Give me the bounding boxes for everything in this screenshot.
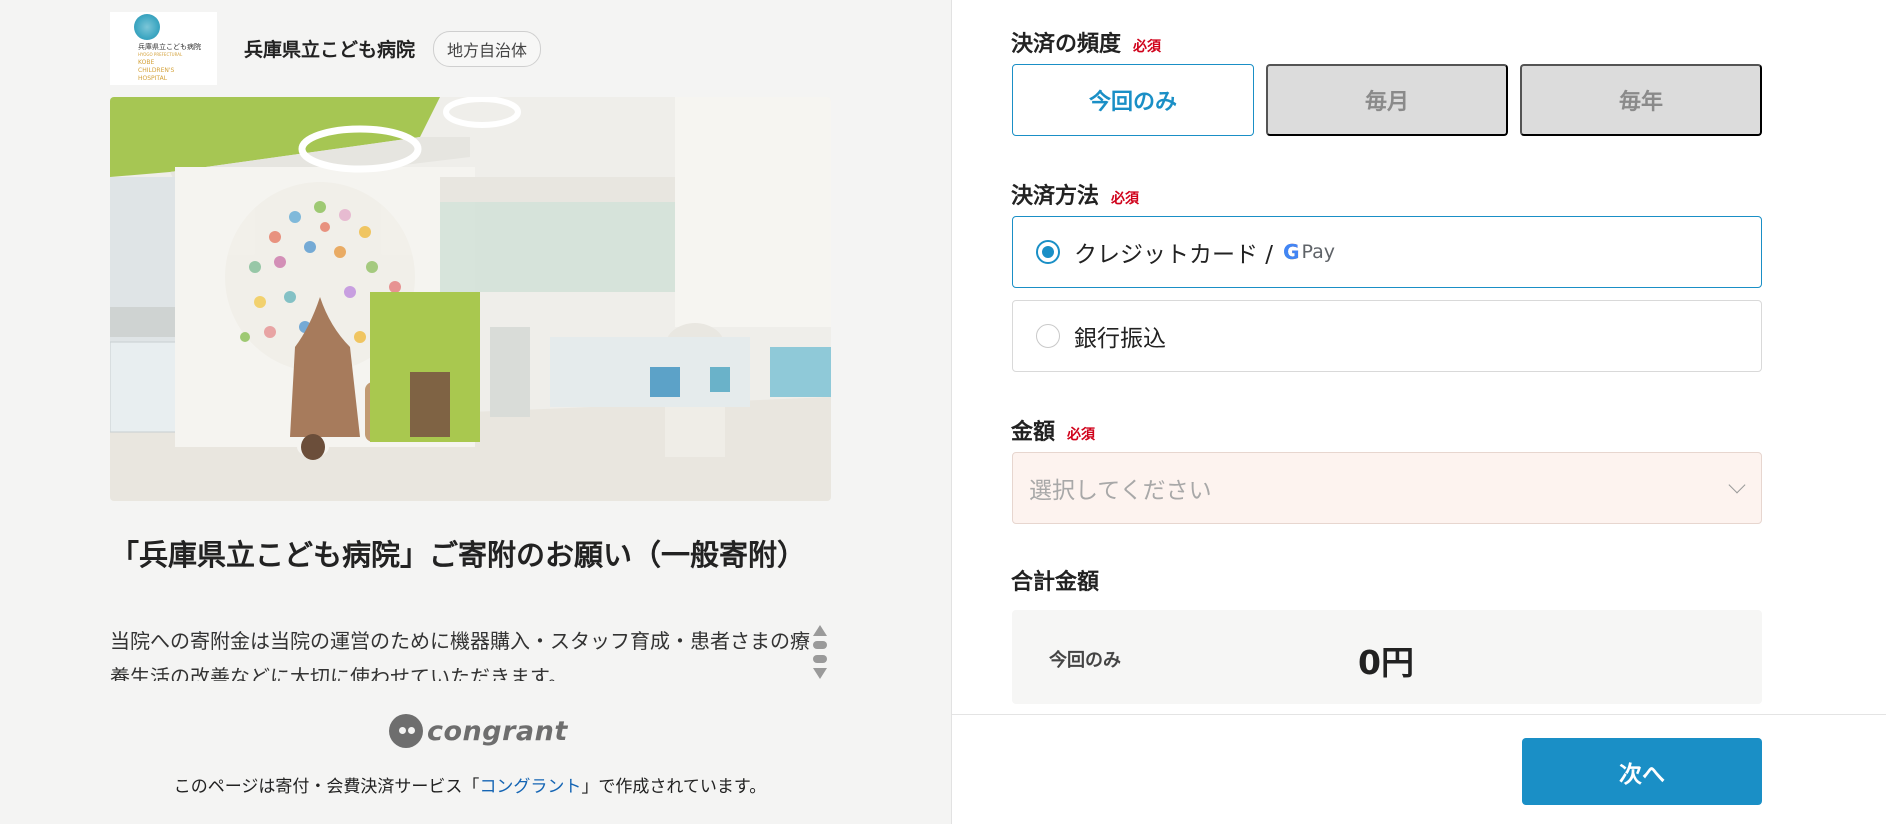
org-logo: 兵庫県立こども病院 HYOGO PREFECTURAL KOBE CHILDRE… xyxy=(110,12,217,85)
frequency-label: 決済の頻度 必須 xyxy=(1011,26,1161,58)
frequency-options: 今回のみ 毎月 毎年 xyxy=(1012,64,1762,136)
project-description-box: 当院への寄附金は当院の運営のために機器購入・スタッフ育成・患者さまの療養生活の改… xyxy=(110,623,830,681)
required-badge: 必須 xyxy=(1111,191,1140,207)
project-title: 「兵庫県立こども病院」ご寄附のお願い（一般寄附） xyxy=(110,538,807,572)
next-button[interactable]: 次へ xyxy=(1522,738,1762,805)
payment-credit-card-option[interactable]: クレジットカード / G Pay xyxy=(1012,216,1762,288)
footer-note-before: このページは寄付・会費決済サービス「 xyxy=(173,777,480,797)
org-logo-text-ja: 兵庫県立こども病院 xyxy=(138,43,201,51)
org-type-badge: 地方自治体 xyxy=(433,30,542,67)
org-name[interactable]: 兵庫県立こども病院 xyxy=(244,35,415,62)
amount-label-text: 金額 xyxy=(1011,420,1056,445)
org-logo-text-kobe: KOBE CHILDREN'S HOSPITAL xyxy=(138,59,175,82)
org-logo-text-en: HYOGO PREFECTURAL xyxy=(138,52,183,57)
payment-credit-card-label: クレジットカード / xyxy=(1074,242,1274,268)
amount-select-placeholder: 選択してください xyxy=(1029,478,1212,504)
congrant-logo[interactable]: congrant xyxy=(389,714,568,748)
scroll-thumb[interactable] xyxy=(813,641,827,650)
project-panel: 兵庫県立こども病院 HYOGO PREFECTURAL KOBE CHILDRE… xyxy=(0,0,951,824)
required-badge: 必須 xyxy=(1067,427,1096,443)
amount-label: 金額 必須 xyxy=(1011,414,1095,446)
radio-selected-icon[interactable] xyxy=(1036,240,1060,264)
project-description: 当院への寄附金は当院の運営のために機器購入・スタッフ育成・患者さまの療養生活の改… xyxy=(110,629,810,681)
scroll-thumb-2[interactable] xyxy=(813,654,827,663)
google-pay-logo: G Pay xyxy=(1283,240,1335,264)
radio-unselected-icon[interactable] xyxy=(1036,324,1060,348)
chevron-down-icon xyxy=(1728,476,1746,494)
amount-select[interactable]: 選択してください xyxy=(1012,452,1762,524)
donation-form: 決済の頻度 必須 今回のみ 毎月 毎年 決済方法 必須 クレジットカード / G… xyxy=(952,0,1886,824)
scroll-up-arrow-icon[interactable] xyxy=(813,625,827,636)
description-scrollbar[interactable] xyxy=(810,625,830,679)
google-g-icon: G xyxy=(1283,240,1300,264)
frequency-monthly-button[interactable]: 毎月 xyxy=(1266,64,1508,136)
total-row-label: 今回のみ xyxy=(1049,650,1121,671)
google-pay-text: Pay xyxy=(1301,241,1335,263)
payment-bank-transfer-option[interactable]: 銀行振込 xyxy=(1012,300,1762,372)
org-logo-emblem xyxy=(134,14,160,40)
payment-bank-transfer-label: 銀行振込 xyxy=(1074,326,1166,352)
footer-note: このページは寄付・会費決済サービス「コングラント」で作成されています。 xyxy=(110,772,830,797)
total-amount: 0円 xyxy=(1358,643,1414,682)
frequency-yearly-button[interactable]: 毎年 xyxy=(1520,64,1762,136)
total-label: 合計金額 xyxy=(1011,564,1099,596)
footer-note-after: 」で作成されています。 xyxy=(581,777,767,797)
scroll-down-arrow-icon[interactable] xyxy=(813,667,827,679)
congrant-link[interactable]: コングラント xyxy=(479,777,581,797)
payment-method-label-text: 決済方法 xyxy=(1011,184,1100,209)
hero-image xyxy=(110,97,831,501)
required-badge: 必須 xyxy=(1133,39,1162,55)
org-header: 兵庫県立こども病院 HYOGO PREFECTURAL KOBE CHILDRE… xyxy=(110,12,542,85)
congrant-wordmark: congrant xyxy=(427,715,568,747)
frequency-label-text: 決済の頻度 xyxy=(1011,32,1122,57)
congrant-mark-icon xyxy=(389,714,423,748)
total-summary: 今回のみ 0円 xyxy=(1012,610,1762,704)
frequency-once-button[interactable]: 今回のみ xyxy=(1012,64,1254,136)
payment-method-label: 決済方法 必須 xyxy=(1011,178,1139,210)
form-footer-bar: 次へ xyxy=(952,714,1886,824)
total-label-text: 合計金額 xyxy=(1011,570,1100,595)
